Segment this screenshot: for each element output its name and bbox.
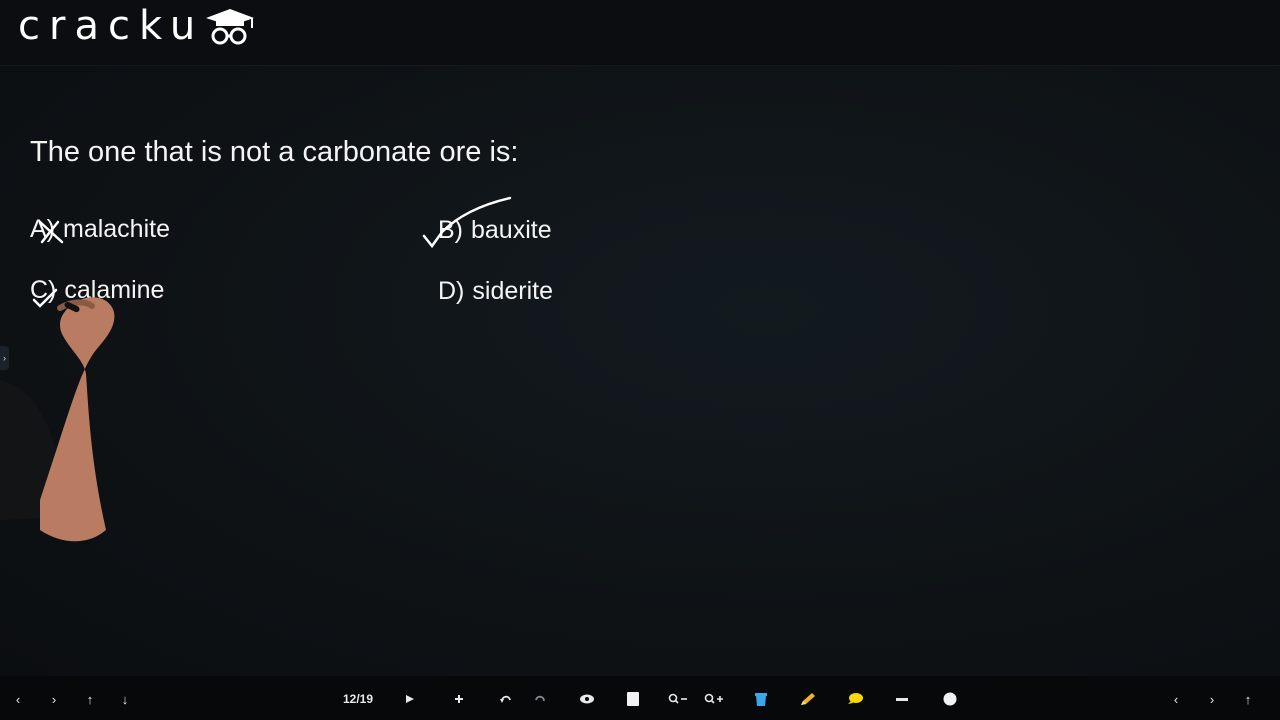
undo-button[interactable] bbox=[496, 688, 516, 710]
question-text: The one that is not a carbonate ore is: bbox=[30, 136, 519, 168]
option-text: malachite bbox=[63, 215, 170, 243]
dot-size-button[interactable] bbox=[940, 688, 960, 710]
clear-button[interactable] bbox=[751, 688, 771, 710]
option-a: A) malachite bbox=[30, 215, 170, 244]
scroll-down-button[interactable]: ↓ bbox=[115, 688, 135, 710]
line-width-button[interactable] bbox=[892, 688, 912, 710]
sidebar-toggle[interactable]: › bbox=[0, 346, 9, 370]
dot-icon bbox=[943, 692, 957, 706]
option-letter: A) bbox=[30, 215, 55, 243]
next-arrow-button[interactable]: › bbox=[44, 688, 64, 710]
pen-icon bbox=[801, 693, 815, 705]
eye-icon bbox=[580, 694, 594, 704]
redo-button[interactable] bbox=[530, 688, 550, 710]
zoom-out-icon bbox=[668, 693, 687, 704]
line-icon bbox=[896, 698, 908, 701]
add-page-button[interactable] bbox=[449, 688, 469, 710]
right-prev-button[interactable]: ‹ bbox=[1166, 688, 1186, 710]
play-button[interactable] bbox=[400, 688, 420, 710]
pen-tool-button[interactable] bbox=[798, 688, 818, 710]
option-d: D) siderite bbox=[438, 277, 553, 306]
app-header: cracku bbox=[0, 0, 1280, 66]
trash-icon bbox=[755, 693, 767, 706]
page-icon bbox=[627, 692, 639, 706]
presenter-arm bbox=[0, 297, 115, 542]
zoom-in-icon bbox=[704, 693, 723, 704]
highlighter-tool-button[interactable] bbox=[845, 688, 865, 710]
scroll-up-button[interactable]: ↑ bbox=[80, 688, 100, 710]
right-next-button[interactable]: › bbox=[1202, 688, 1222, 710]
view-button[interactable] bbox=[577, 688, 597, 710]
zoom-in-button[interactable] bbox=[704, 688, 724, 710]
zoom-out-button[interactable] bbox=[668, 688, 688, 710]
undo-icon bbox=[500, 695, 511, 703]
option-letter: B) bbox=[438, 216, 463, 244]
plus-icon bbox=[455, 695, 463, 703]
page-button[interactable] bbox=[623, 688, 643, 710]
play-icon bbox=[406, 695, 414, 703]
cracku-logo: cracku bbox=[18, 3, 256, 49]
right-up-button[interactable]: ↑ bbox=[1238, 688, 1258, 710]
option-b: B) bauxite bbox=[438, 216, 552, 245]
prev-arrow-button[interactable]: ‹ bbox=[8, 688, 28, 710]
option-letter: D) bbox=[438, 277, 465, 305]
redo-icon bbox=[535, 695, 545, 702]
logo-text: cracku bbox=[18, 3, 205, 49]
option-text: siderite bbox=[472, 277, 553, 305]
highlighter-icon bbox=[848, 693, 863, 704]
page-indicator: 12/19 bbox=[342, 692, 374, 706]
graduation-cap-glasses-icon bbox=[206, 9, 255, 45]
option-text: bauxite bbox=[471, 216, 552, 244]
